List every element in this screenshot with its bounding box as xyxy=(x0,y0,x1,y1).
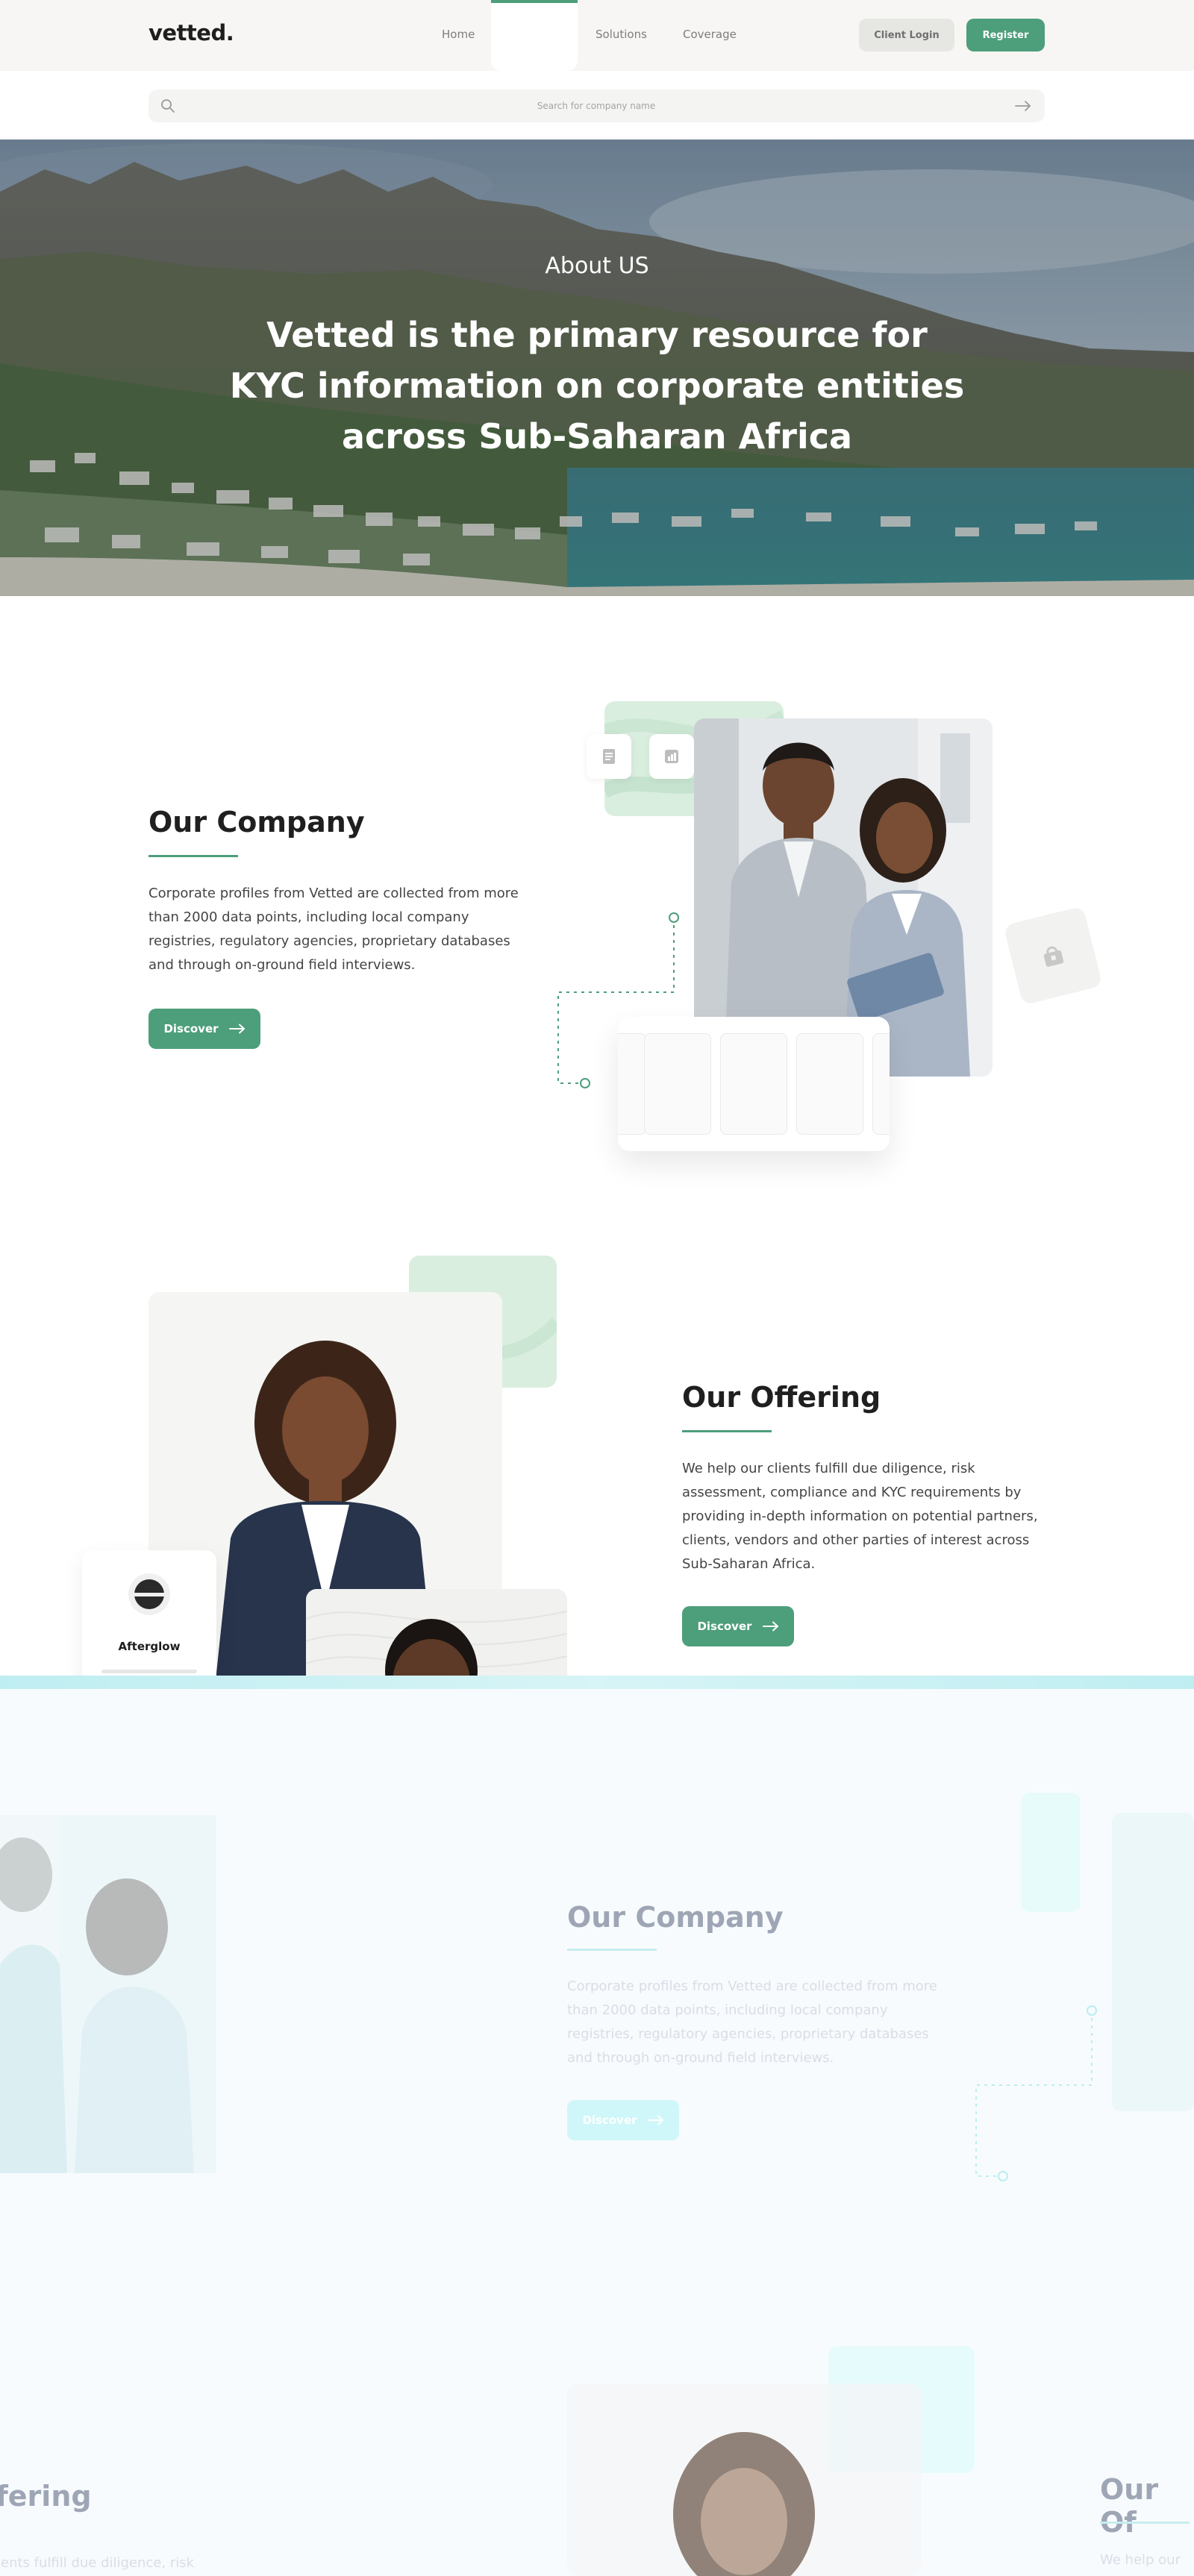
search-bar[interactable] xyxy=(149,90,1045,122)
report-thumbnail xyxy=(618,1033,646,1135)
shop-icon xyxy=(1043,946,1064,967)
discover-label: Discover xyxy=(697,1620,752,1633)
nav-link-coverage[interactable]: Coverage xyxy=(683,28,737,41)
arrow-right-icon xyxy=(762,1621,778,1632)
faded-businesswoman-photo xyxy=(567,2384,921,2576)
company-description: Corporate profiles from Vetted are colle… xyxy=(149,886,519,973)
active-tab-notch xyxy=(491,0,578,71)
report-thumbnail xyxy=(796,1033,863,1135)
company-logo-icon xyxy=(128,1573,170,1615)
hero-banner: About US Vetted is the primary resource … xyxy=(0,140,1194,596)
businessman-photo-card xyxy=(306,1589,567,1686)
faded-title-underline xyxy=(567,1949,657,1951)
nav-link-solutions[interactable]: Solutions xyxy=(596,28,647,41)
report-preview-strip xyxy=(618,1017,890,1151)
company-discover-button[interactable]: Discover xyxy=(149,1009,260,1049)
faded-company-description: Corporate profiles from Vetted are colle… xyxy=(567,1978,937,2066)
title-underline xyxy=(682,1430,772,1432)
badge-label: Afterglow xyxy=(118,1640,181,1653)
top-nav: vetted. Home Solutions Coverage Client L… xyxy=(0,0,1194,71)
faded-dashed-connector xyxy=(975,2005,1097,2181)
discover-label: Discover xyxy=(163,1022,219,1035)
report-thumbnail xyxy=(872,1033,890,1135)
shop-icon-card xyxy=(1003,906,1103,1006)
search-icon xyxy=(161,99,175,113)
register-button[interactable]: Register xyxy=(966,19,1045,51)
hero-headline: Vetted is the primary resource for KYC i… xyxy=(229,315,965,457)
faded-photo-edge xyxy=(1112,1813,1194,2111)
report-thumbnail xyxy=(720,1033,787,1135)
faded-mint-card xyxy=(1021,1793,1081,1912)
company-badge-card: Afterglow xyxy=(82,1550,216,1686)
faded-title-offering-left: ffering xyxy=(0,2480,92,2513)
faded-offering-text-right: We help our xyxy=(1100,2552,1181,2568)
document-icon xyxy=(587,734,631,779)
arrow-right-icon xyxy=(647,2115,663,2125)
section-title-our-offering: Our Offering xyxy=(682,1381,881,1414)
arrow-right-icon[interactable] xyxy=(1014,99,1032,113)
offering-discover-button[interactable]: Discover xyxy=(682,1606,794,1646)
arrow-right-icon xyxy=(228,1024,245,1034)
logo[interactable]: vetted. xyxy=(149,20,234,46)
nav-link-home[interactable]: Home xyxy=(442,28,475,41)
report-thumbnail xyxy=(644,1033,711,1135)
glitch-band xyxy=(0,1676,1194,1689)
faded-discover-button[interactable]: Discover xyxy=(567,2100,679,2140)
faded-title-offering-right: Our Of xyxy=(1100,2473,1159,2539)
report-icon xyxy=(649,734,694,779)
hero-kicker: About US xyxy=(545,253,649,279)
faded-title-underline xyxy=(1100,2522,1190,2524)
offering-description: We help our clients fulfill due diligenc… xyxy=(682,1461,1038,1572)
faded-offering-text-left: ients fulfill due diligence, risk xyxy=(0,2555,195,2571)
faded-business-people-photo xyxy=(0,1815,216,2173)
discover-label: Discover xyxy=(582,2113,637,2127)
title-underline xyxy=(149,855,238,857)
client-login-button[interactable]: Client Login xyxy=(859,19,954,51)
progress-bar xyxy=(101,1670,197,1673)
faded-title-our-company: Our Company xyxy=(567,1901,784,1934)
search-input[interactable] xyxy=(193,90,999,122)
active-tab-indicator xyxy=(491,0,578,3)
section-title-our-company: Our Company xyxy=(149,806,365,839)
